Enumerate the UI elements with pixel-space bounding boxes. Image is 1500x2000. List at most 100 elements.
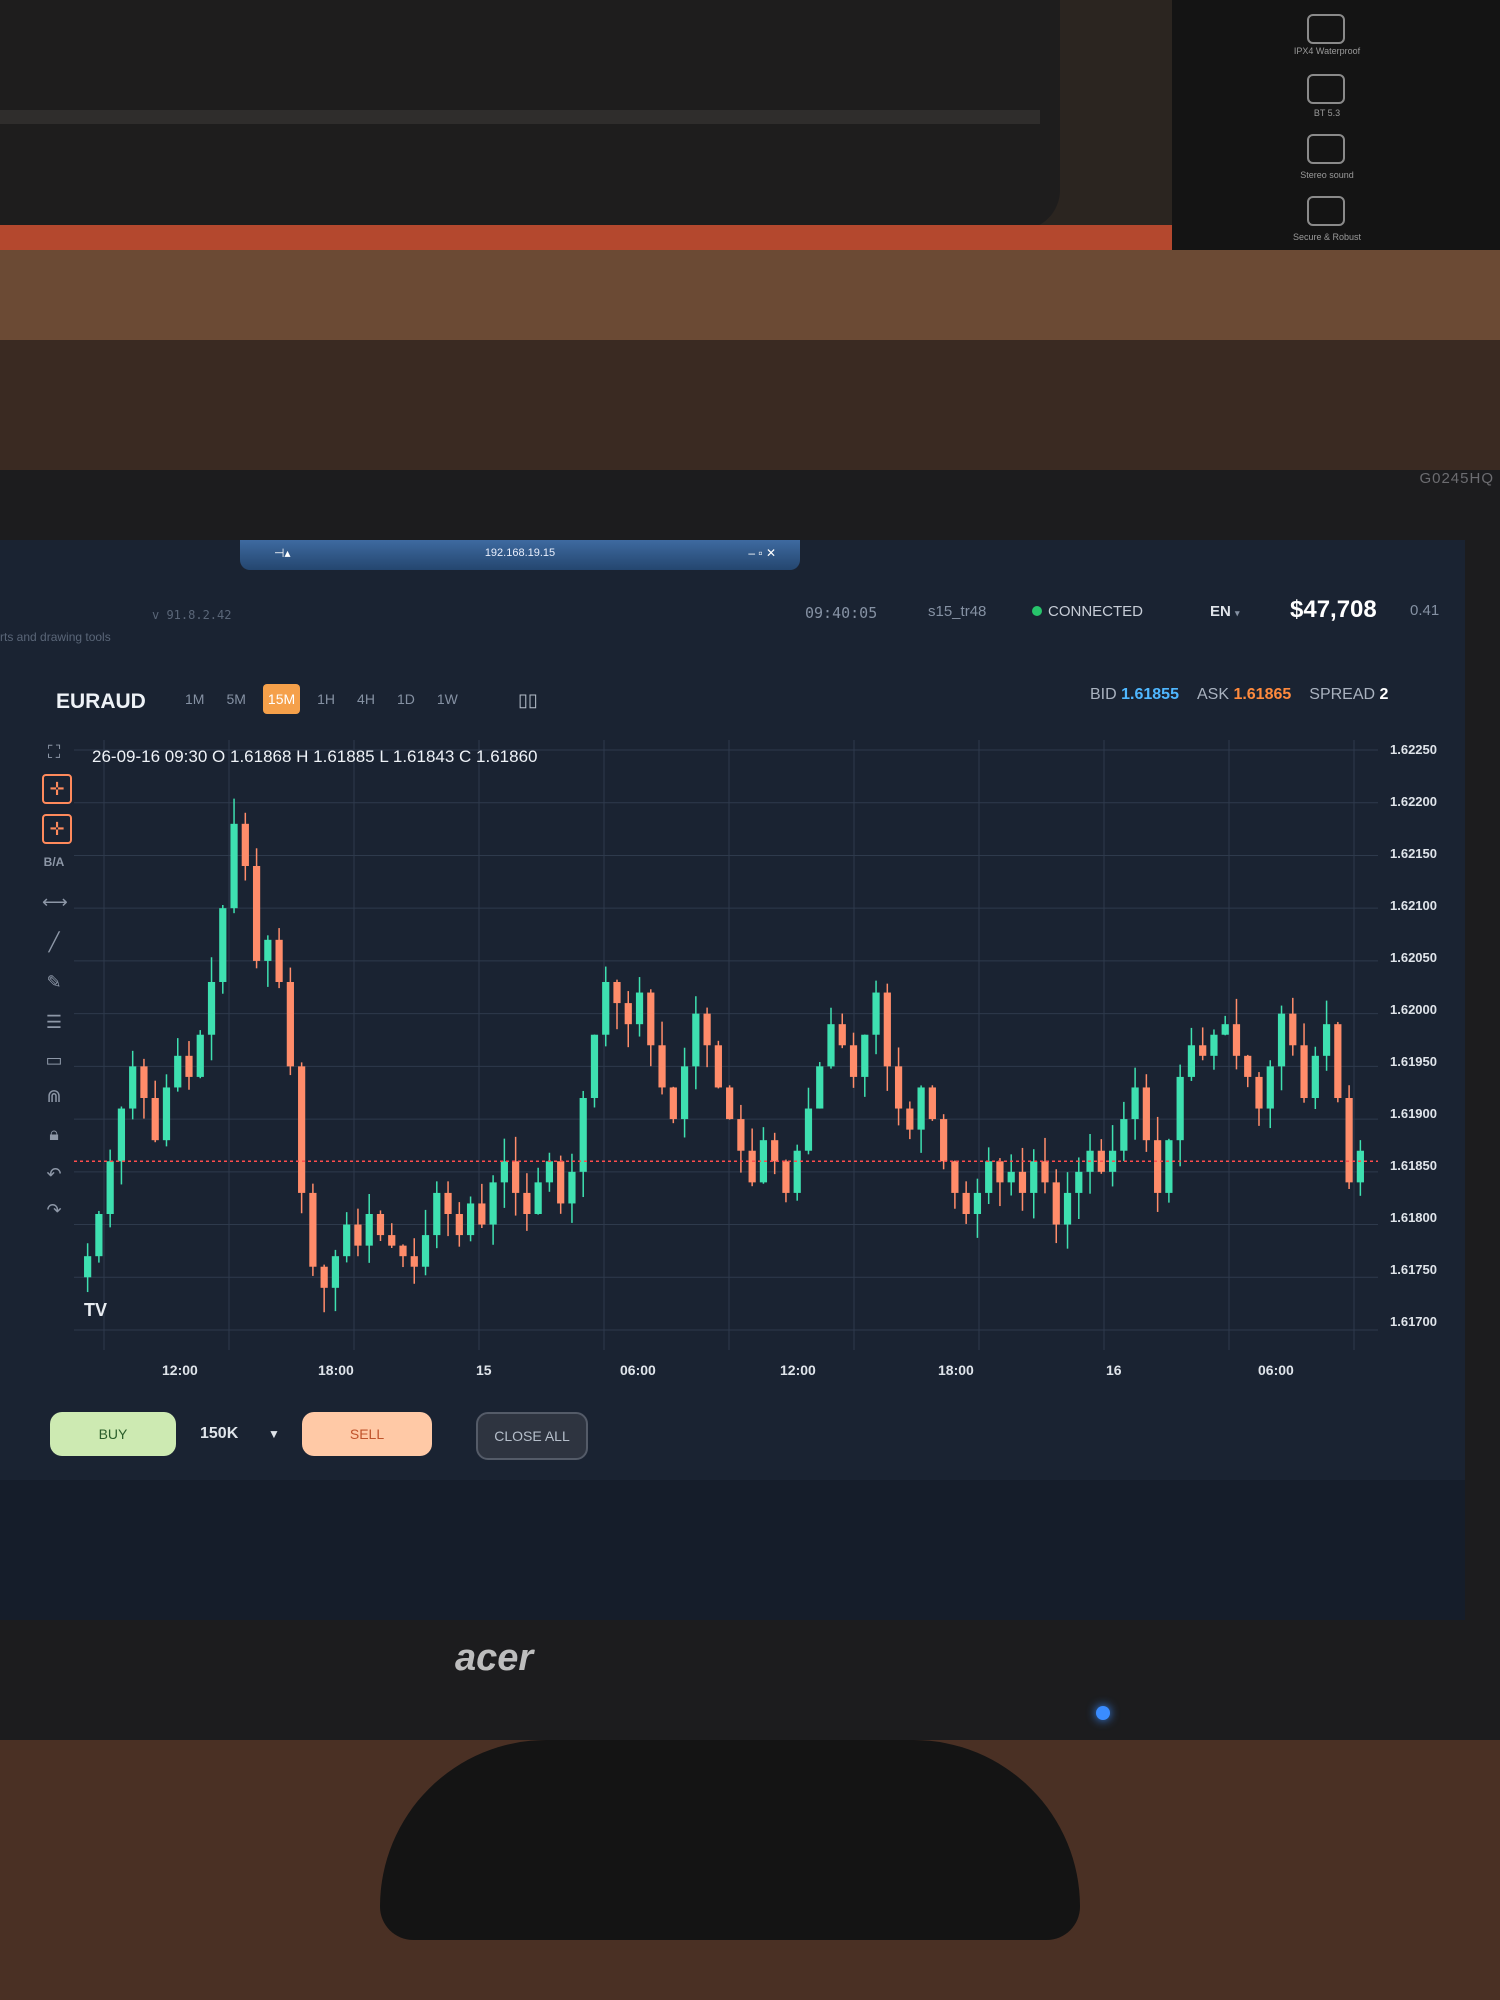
candle [185, 1041, 193, 1090]
chevron-down-icon: ▾ [1235, 608, 1240, 618]
crosshair-icon[interactable]: ✛ [42, 774, 72, 804]
suitcase-icon [1307, 196, 1345, 226]
candle-body [466, 1203, 475, 1236]
candle-body [996, 1161, 1004, 1183]
timeframe-4h[interactable]: 4H [352, 684, 380, 714]
candle [376, 1210, 385, 1241]
backpack-zipper [0, 110, 1040, 124]
add-crosshair-icon[interactable]: ✛ [42, 814, 72, 844]
candle-body [973, 1192, 982, 1214]
candle-body [286, 982, 294, 1067]
monitor-brand-logo: acer [455, 1637, 534, 1679]
candle-body [219, 908, 227, 982]
candle [985, 1147, 993, 1205]
magnet-icon[interactable]: ⋒ [42, 1084, 66, 1108]
candle [872, 980, 880, 1055]
candle [320, 1264, 328, 1313]
candle-body [816, 1066, 824, 1109]
y-tick-label: 1.61950 [1390, 1054, 1437, 1069]
candle [1199, 1027, 1207, 1061]
candle [1018, 1147, 1027, 1211]
server-clock: 09:40:05 [805, 604, 878, 622]
candle [658, 1021, 666, 1095]
candle-body [590, 1034, 599, 1098]
rectangle-icon[interactable]: ▭ [42, 1048, 66, 1072]
candle-body [1311, 1055, 1319, 1098]
undo-icon[interactable]: ↶ [42, 1162, 66, 1186]
remote-session-bar[interactable]: ⊣▴ 192.168.19.15 – ▫ ✕ [240, 540, 800, 570]
spread-label: SPREAD [1309, 686, 1376, 703]
candle-body [748, 1150, 756, 1183]
candle-body [196, 1034, 204, 1077]
candle [827, 1007, 835, 1069]
candle-body [433, 1192, 441, 1236]
bid-ask-toggle[interactable]: B/A [42, 850, 66, 874]
candle [331, 1249, 340, 1312]
candle-body [1142, 1087, 1150, 1141]
timeframe-1w[interactable]: 1W [432, 684, 463, 714]
connection-status-label: CONNECTED [1048, 603, 1144, 620]
candle [917, 1085, 925, 1153]
trendline-icon[interactable]: ╱ [42, 930, 66, 954]
window-controls[interactable]: – ▫ ✕ [748, 546, 776, 560]
timeframe-15m[interactable]: 15M [262, 684, 301, 714]
price-chart[interactable] [74, 740, 1378, 1350]
candle-body [827, 1024, 835, 1067]
candle-body [264, 939, 272, 961]
candle-body [928, 1087, 936, 1120]
candle-body [804, 1108, 813, 1151]
close-all-button[interactable]: CLOSE ALL [476, 1412, 588, 1460]
candle-body [230, 823, 238, 909]
candle [1232, 998, 1241, 1070]
fib-lines-icon[interactable]: ☰ [42, 1010, 66, 1034]
timeframe-1d[interactable]: 1D [392, 684, 420, 714]
candle [1289, 997, 1297, 1056]
x-tick-label: 15 [476, 1362, 492, 1378]
candle-body [917, 1087, 925, 1130]
quote-panel: BID 1.61855 ASK 1.61865 SPREAD 2 [1090, 686, 1388, 704]
timeframe-5m[interactable]: 5M [221, 684, 250, 714]
candle [466, 1196, 475, 1242]
power-led-icon[interactable] [1096, 1706, 1110, 1720]
candle [1154, 1116, 1162, 1212]
candle [354, 1208, 362, 1257]
buy-button[interactable]: BUY [50, 1412, 176, 1456]
language-selector[interactable]: EN ▾ [1210, 603, 1240, 620]
timeframe-1h[interactable]: 1H [312, 684, 340, 714]
chevron-down-icon[interactable]: ▼ [268, 1427, 280, 1441]
candlestick-chart[interactable] [74, 740, 1378, 1350]
account-balance: $47,708 [1290, 596, 1377, 623]
candle [1176, 1064, 1184, 1167]
candle [1041, 1137, 1049, 1194]
measure-icon[interactable]: ⟷ [42, 890, 68, 914]
candle-body [174, 1055, 182, 1088]
candle-body [838, 1024, 846, 1046]
pencil-icon[interactable]: ✎ [42, 970, 66, 994]
quantity-select[interactable]: 150K [200, 1425, 238, 1443]
candle-body [861, 1034, 869, 1077]
candle [804, 1087, 813, 1155]
candle [1300, 1023, 1308, 1103]
candle-body [1244, 1055, 1252, 1077]
candle-body [894, 1066, 903, 1109]
candle-body [658, 1045, 666, 1088]
candlestick-type-icon[interactable]: ▯▯ [518, 690, 538, 711]
fullscreen-icon[interactable]: ⛶ [42, 740, 66, 764]
candle-body [162, 1087, 171, 1141]
candle-body [771, 1140, 779, 1162]
redo-icon[interactable]: ↷ [42, 1198, 66, 1222]
candle [309, 1183, 317, 1276]
candle [1277, 1005, 1286, 1091]
candle [1266, 1060, 1274, 1129]
candle [906, 1101, 914, 1140]
candle-body [692, 1013, 700, 1067]
account-user: s15_tr48 [928, 603, 987, 620]
candle-body [275, 939, 283, 982]
candle-body [1154, 1140, 1162, 1193]
candle [1187, 1027, 1196, 1081]
instrument-symbol[interactable]: EURAUD [56, 690, 146, 714]
timeframe-1m[interactable]: 1M [180, 684, 209, 714]
tools-hint: rts and drawing tools [0, 630, 111, 644]
sell-button[interactable]: SELL [302, 1412, 432, 1456]
lock-icon[interactable]: 🔒︎ [42, 1122, 66, 1146]
